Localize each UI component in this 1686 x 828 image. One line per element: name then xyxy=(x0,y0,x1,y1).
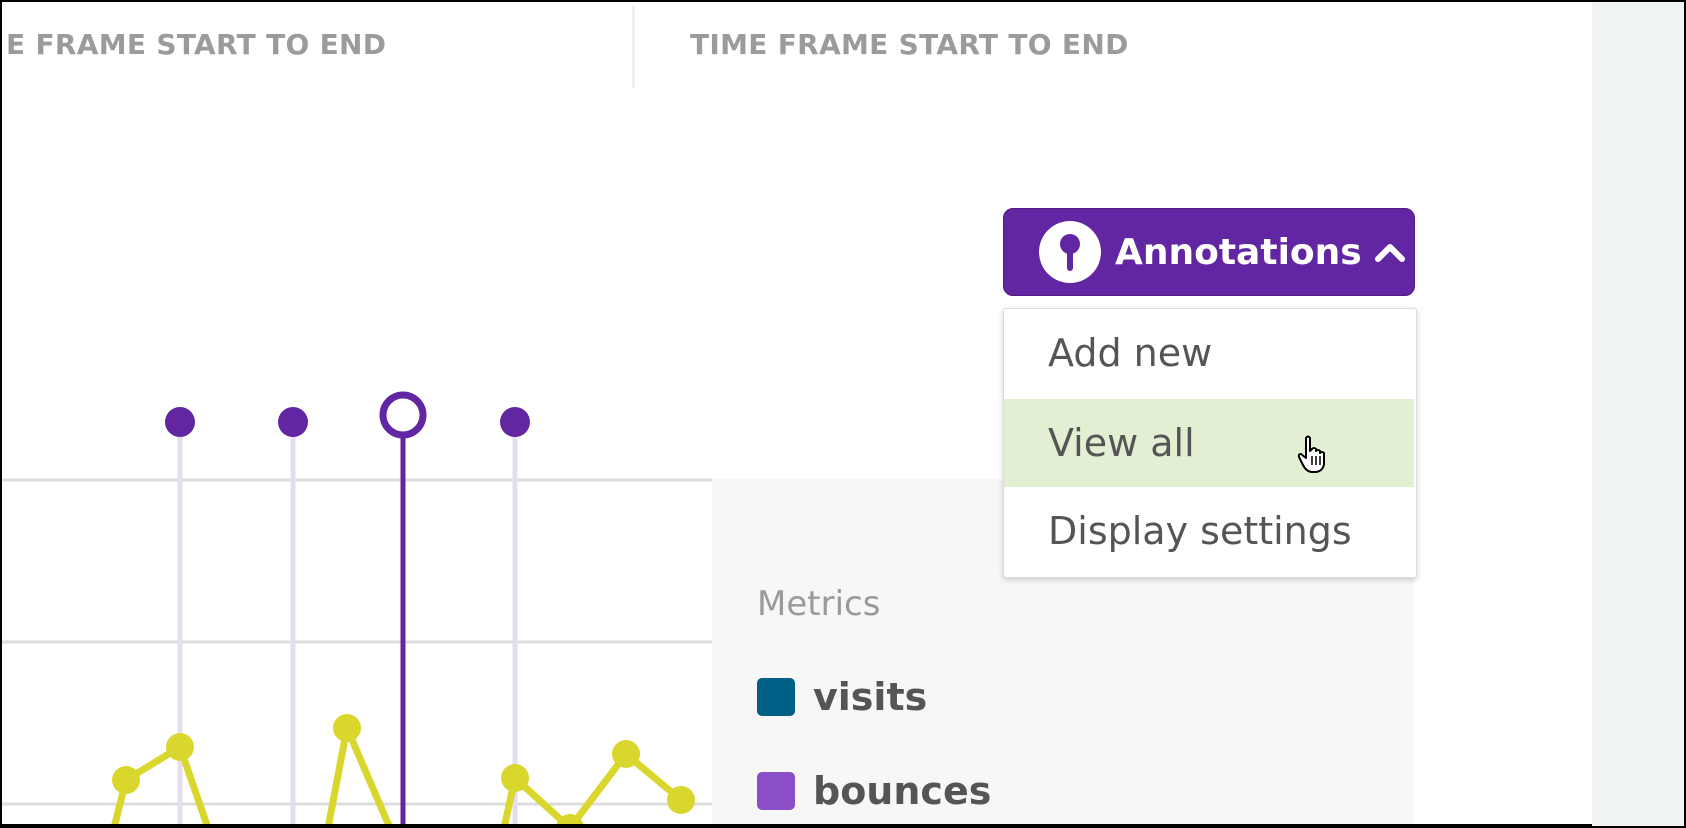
legend-title: Metrics xyxy=(757,584,881,624)
right-gutter xyxy=(1592,0,1686,828)
legend-label: visits xyxy=(813,675,928,719)
legend-item-bounces[interactable]: bounces xyxy=(757,769,991,813)
data-point xyxy=(333,714,361,742)
legend-swatch xyxy=(757,772,795,810)
data-point xyxy=(667,786,695,814)
annotations-button[interactable]: Annotations xyxy=(1003,208,1415,296)
hand-cursor-icon xyxy=(1297,435,1325,473)
annotation-marker[interactable] xyxy=(165,407,195,437)
pin-icon xyxy=(1039,221,1101,283)
data-point xyxy=(501,764,529,792)
menu-item-add-new[interactable]: Add new xyxy=(1004,309,1414,397)
chart-card: E FRAME START TO END TIME FRAME START TO… xyxy=(0,0,1592,826)
chevron-up-icon xyxy=(1374,244,1405,262)
annotation-marker[interactable] xyxy=(278,407,308,437)
annotation-marker[interactable] xyxy=(500,407,530,437)
legend-swatch xyxy=(757,678,795,716)
menu-item-display-settings[interactable]: Display settings xyxy=(1004,487,1414,575)
annotations-button-label: Annotations xyxy=(1115,231,1362,273)
annotations-menu: Add new View all Display settings xyxy=(1003,308,1417,578)
data-point xyxy=(166,733,194,761)
menu-item-view-all[interactable]: View all xyxy=(1004,399,1414,487)
data-point xyxy=(612,740,640,768)
annotation-markers xyxy=(165,391,530,439)
annotation-marker-selected[interactable] xyxy=(379,391,427,439)
series-segment xyxy=(501,750,684,824)
legend-label: bounces xyxy=(813,769,992,813)
series-segment xyxy=(325,724,393,824)
legend-item-visits[interactable]: visits xyxy=(757,675,927,719)
annotation-stems xyxy=(177,422,518,824)
data-point xyxy=(112,766,140,794)
